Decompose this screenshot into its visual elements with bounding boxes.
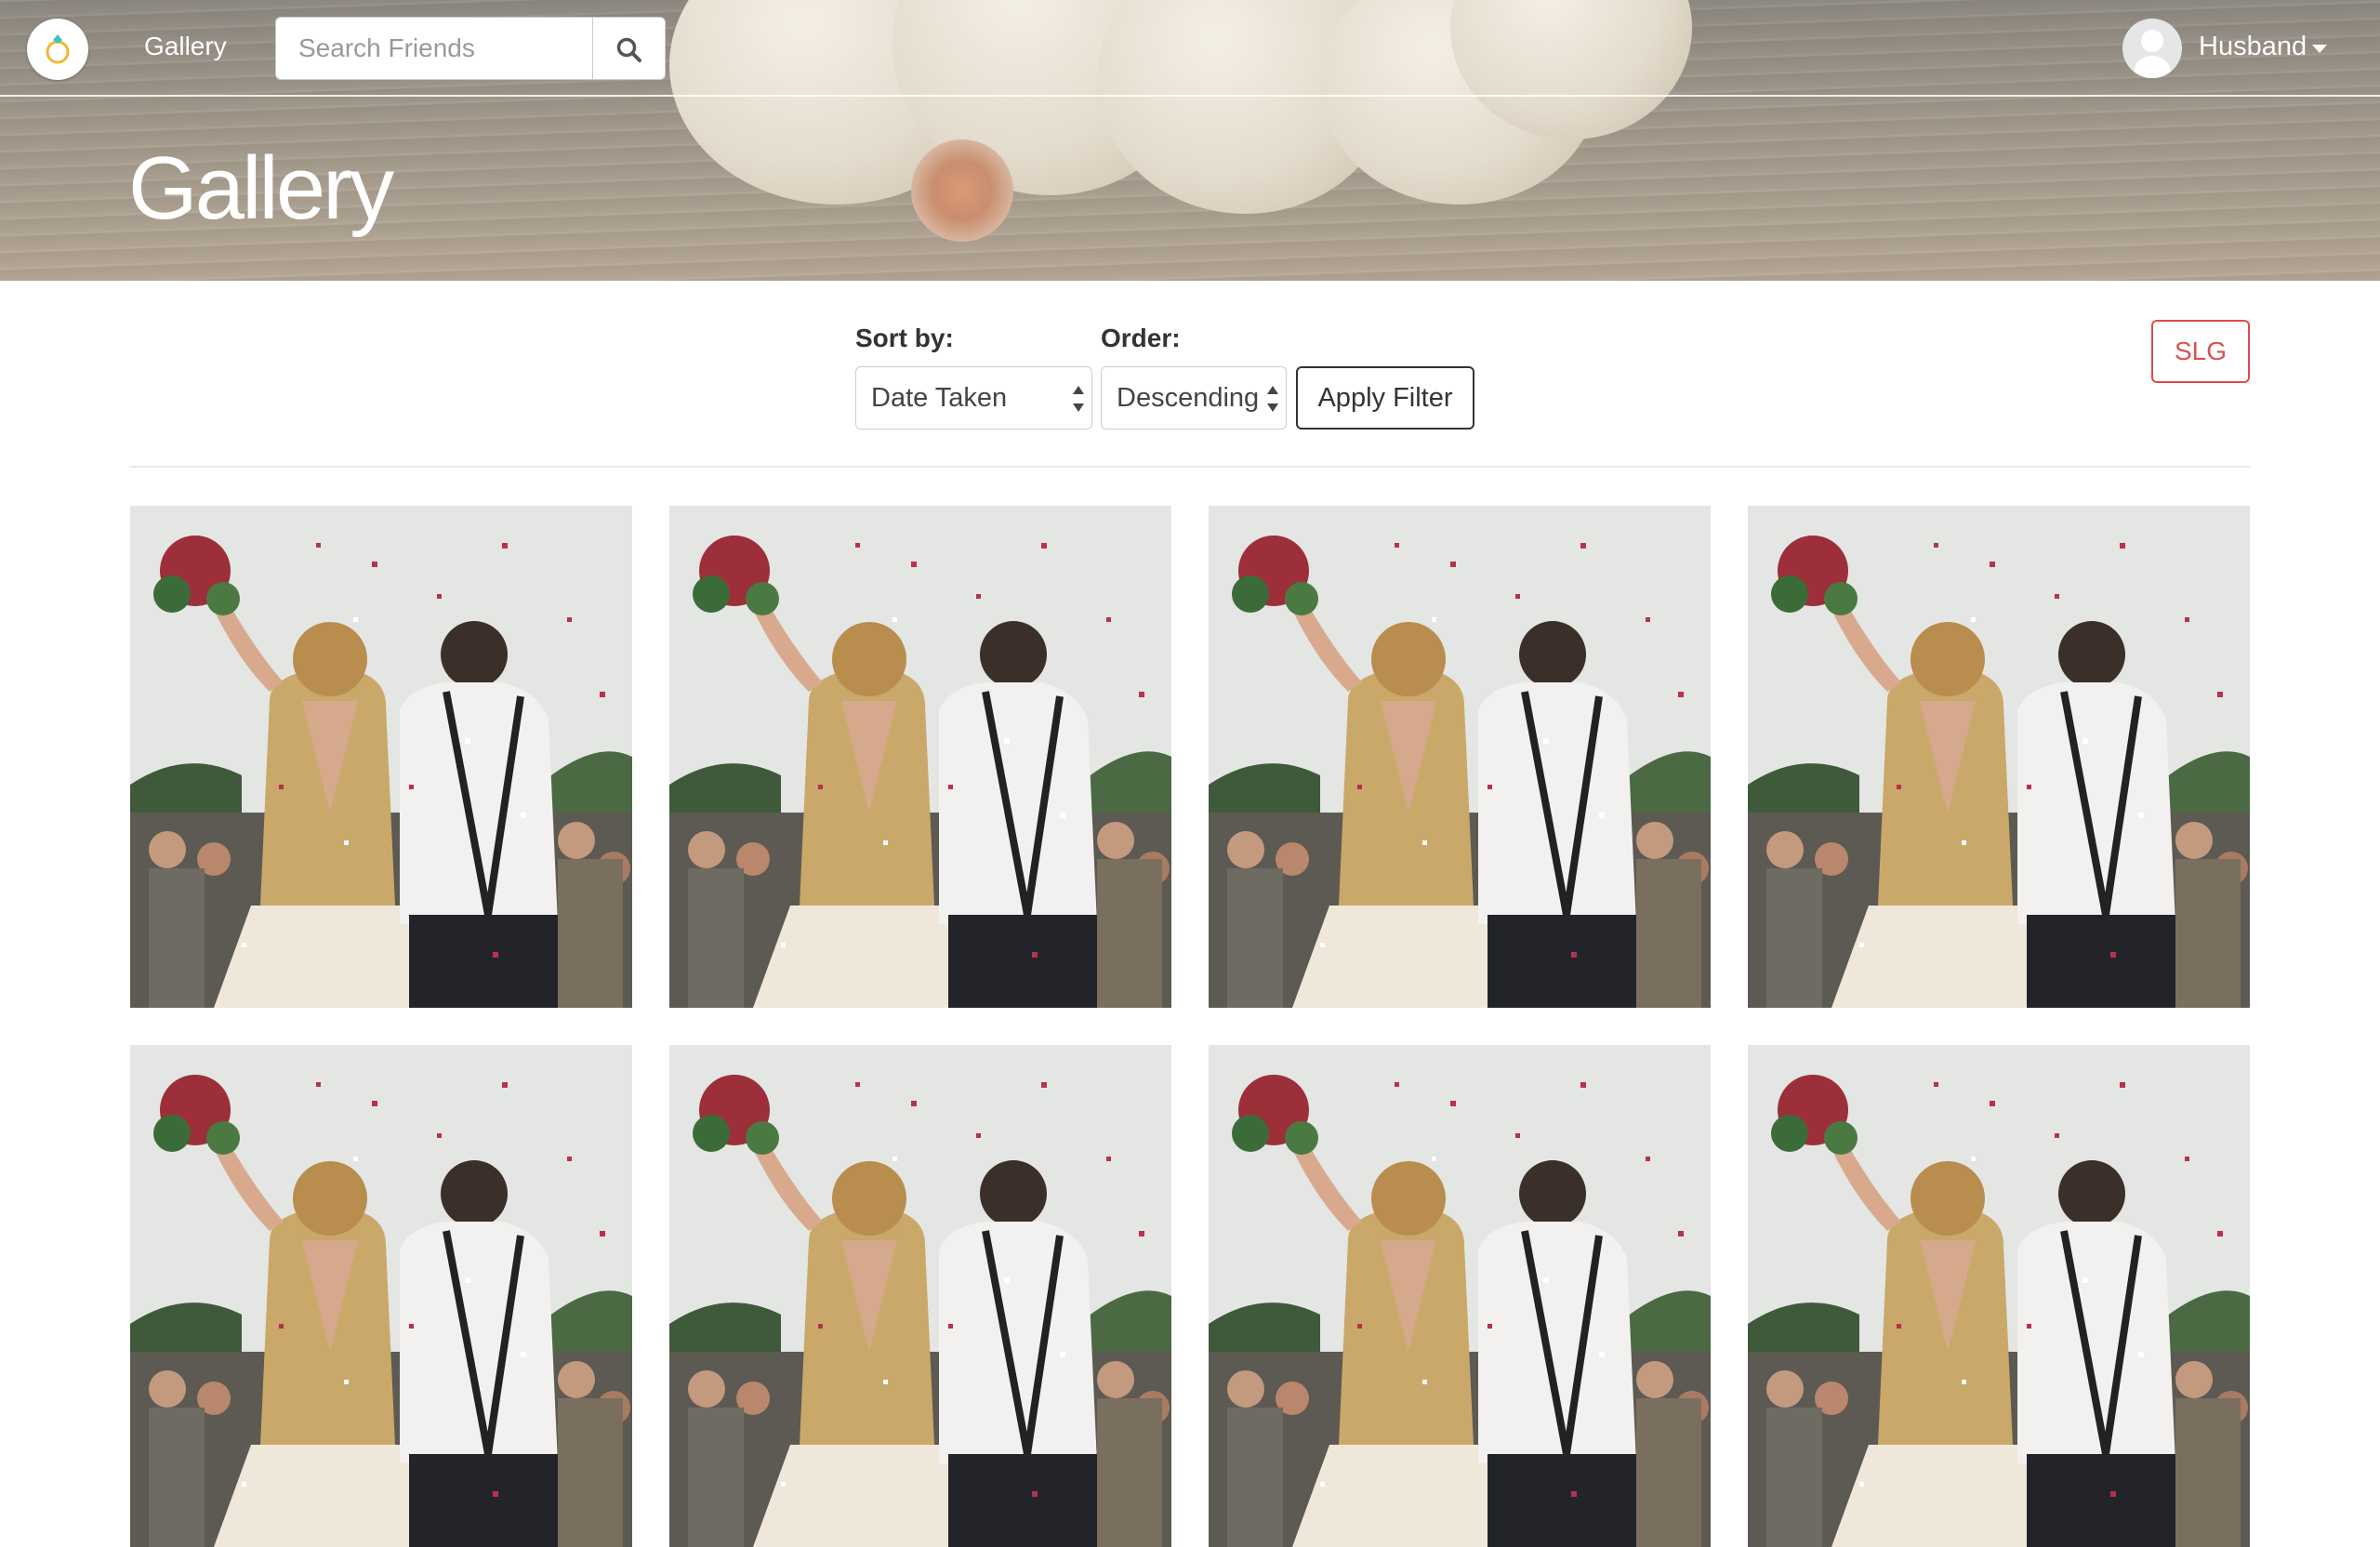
gallery-photo[interactable] <box>1209 1045 1711 1547</box>
divider <box>130 466 2250 468</box>
gallery-photo[interactable] <box>1209 506 1711 1008</box>
hero-flower-center <box>911 139 1013 242</box>
slg-button[interactable]: SLG <box>2151 320 2250 383</box>
apply-filter-button[interactable]: Apply Filter <box>1296 366 1474 430</box>
sort-by-select[interactable]: Date Taken <box>855 366 1092 430</box>
gallery-photo[interactable] <box>130 506 632 1008</box>
logo-ring-icon[interactable] <box>27 19 88 80</box>
top-navbar: Gallery Husband <box>0 0 2380 97</box>
nav-link-gallery[interactable]: Gallery <box>144 32 227 61</box>
search-icon <box>616 37 641 62</box>
gallery-photo[interactable] <box>669 1045 1171 1547</box>
gallery-photo[interactable] <box>669 506 1171 1008</box>
search-friends-input[interactable] <box>275 17 593 80</box>
order-label: Order: <box>1101 324 1181 352</box>
page-title: Gallery <box>128 139 394 238</box>
select-arrows-icon <box>1267 386 1278 412</box>
sort-by-label: Sort by: <box>855 324 954 352</box>
avatar-icon <box>2122 19 2182 78</box>
gallery-photo[interactable] <box>1748 506 2250 1008</box>
gallery-photo[interactable] <box>1748 1045 2250 1547</box>
order-value: Descending <box>1117 383 1260 413</box>
gallery-photo[interactable] <box>130 1045 632 1547</box>
select-arrows-icon <box>1073 386 1084 412</box>
order-select[interactable]: Descending <box>1101 366 1287 430</box>
user-name: Husband <box>2199 32 2307 61</box>
caret-down-icon <box>2312 45 2327 53</box>
search-button[interactable] <box>593 17 666 80</box>
sort-by-value: Date Taken <box>871 383 1008 413</box>
